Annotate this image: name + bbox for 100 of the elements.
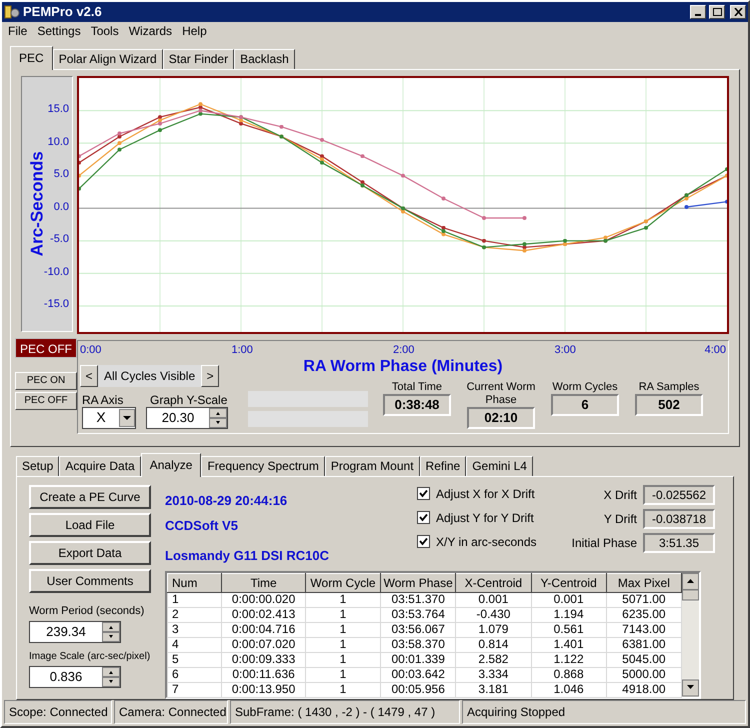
stat-value: 502 bbox=[635, 394, 703, 416]
ra-axis-select[interactable]: X bbox=[82, 406, 136, 428]
table-cell: 3.181 bbox=[456, 682, 532, 697]
table-cell: 1 bbox=[305, 637, 381, 652]
menu-item[interactable]: File bbox=[4, 22, 32, 40]
table-cell: 1.122 bbox=[531, 652, 606, 667]
table-cell: 5 bbox=[168, 652, 222, 667]
maximize-icon[interactable] bbox=[709, 4, 725, 19]
stat-value: 0:38:48 bbox=[383, 394, 451, 416]
stat-label: Worm Cycles bbox=[552, 380, 618, 394]
y-scale-field[interactable]: 20.30 bbox=[146, 406, 228, 428]
status-panel: Camera: Connected bbox=[114, 700, 228, 724]
table-cell: 1 bbox=[305, 622, 381, 637]
stat-value: 02:10 bbox=[467, 406, 535, 428]
scrollbar[interactable] bbox=[682, 572, 699, 696]
table-cell: 5045.00 bbox=[606, 652, 682, 667]
table-cell: 03:56.067 bbox=[380, 622, 456, 637]
analysis-tab[interactable]: Frequency Spectrum bbox=[201, 456, 325, 476]
pec-status: PEC OFF bbox=[15, 338, 77, 358]
action-button[interactable]: Create a PE Curve bbox=[29, 484, 151, 508]
y-scale-label: Graph Y-Scale bbox=[149, 392, 228, 406]
next-button[interactable]: > bbox=[201, 364, 220, 386]
column-header[interactable]: Time bbox=[222, 573, 306, 592]
worm-period-label: Worm Period (seconds) bbox=[29, 604, 146, 618]
table-cell: 00:03.642 bbox=[380, 667, 456, 682]
timestamp-text: 2010-08-29 20:44:16 bbox=[165, 492, 288, 510]
table-cell: 1 bbox=[305, 652, 381, 667]
previous-button[interactable]: < bbox=[80, 364, 98, 386]
pec-button[interactable]: PEC ON bbox=[15, 372, 77, 390]
table-cell: 5071.00 bbox=[606, 592, 682, 607]
y-tick-label: -10.0 bbox=[44, 266, 69, 278]
spinner-arrows-icon[interactable] bbox=[102, 667, 120, 687]
minimize-icon[interactable] bbox=[690, 4, 706, 19]
main-tab[interactable]: Backlash bbox=[234, 48, 295, 68]
menu-item[interactable]: Settings bbox=[33, 22, 85, 40]
checkbox-label: Adjust Y for Y Drift bbox=[436, 510, 534, 526]
table-cell: 7 bbox=[168, 682, 222, 697]
menu-item[interactable]: Tools bbox=[86, 22, 123, 40]
table-cell: 4918.00 bbox=[606, 682, 682, 697]
main-tab[interactable]: Polar Align Wizard bbox=[52, 48, 163, 68]
checkbox[interactable] bbox=[417, 535, 430, 548]
spinner-arrows-icon[interactable] bbox=[102, 622, 120, 642]
column-header[interactable]: Worm Phase bbox=[380, 573, 456, 592]
column-header[interactable]: Num bbox=[168, 573, 222, 592]
table-cell: 3 bbox=[168, 622, 222, 637]
close-icon[interactable] bbox=[730, 4, 746, 19]
pec-button[interactable]: PEC OFF bbox=[15, 392, 77, 410]
column-header[interactable]: Y-Centroid bbox=[531, 573, 606, 592]
table-cell: 0:00:13.950 bbox=[222, 682, 306, 697]
column-header[interactable]: Worm Cycle bbox=[305, 573, 381, 592]
stat-label: RA Samples bbox=[638, 380, 700, 394]
checkbox-label: Adjust X for X Drift bbox=[436, 486, 535, 502]
x-axis-title: RA Worm Phase (Minutes) bbox=[303, 356, 503, 376]
analysis-tab[interactable]: Setup bbox=[16, 456, 60, 476]
image-scale-field[interactable]: 0.836 bbox=[29, 666, 121, 688]
analysis-tab[interactable]: Refine bbox=[420, 456, 466, 476]
y-tick-label: 0.0 bbox=[54, 202, 69, 213]
table-cell: 0:00:00.020 bbox=[222, 592, 306, 607]
worm-period-field[interactable]: 239.34 bbox=[29, 621, 121, 643]
table-cell: 2 bbox=[168, 607, 222, 622]
analysis-tab[interactable]: Analyze bbox=[140, 452, 202, 476]
analysis-tab[interactable]: Gemini L4 bbox=[466, 456, 533, 476]
table-cell: 0.001 bbox=[456, 592, 532, 607]
y-tick-label: 15.0 bbox=[48, 104, 69, 116]
column-header[interactable]: Max Pixel bbox=[606, 573, 682, 592]
table-cell: 1.046 bbox=[531, 682, 606, 697]
table-cell: 0.561 bbox=[531, 622, 606, 637]
action-button[interactable]: User Comments bbox=[29, 568, 151, 592]
drift-value: 3:51.35 bbox=[643, 532, 715, 552]
analysis-tab[interactable]: Program Mount bbox=[324, 456, 420, 476]
y-tick-label: 10.0 bbox=[48, 136, 69, 148]
table-cell: 5000.00 bbox=[606, 667, 682, 682]
table-cell: 00:01.339 bbox=[380, 652, 456, 667]
main-tab[interactable]: Star Finder bbox=[162, 48, 234, 68]
menu-item[interactable]: Help bbox=[178, 22, 211, 40]
main-tab[interactable]: PEC bbox=[10, 46, 53, 70]
table-cell: 4 bbox=[168, 637, 222, 652]
drift-value: -0.025562 bbox=[643, 484, 715, 504]
table-cell: 3.334 bbox=[456, 667, 532, 682]
table-cell: 6381.00 bbox=[606, 637, 682, 652]
table-cell: 6 bbox=[168, 667, 222, 682]
table-cell: 0:00:09.333 bbox=[222, 652, 306, 667]
table-cell: 7143.00 bbox=[606, 622, 682, 637]
checkbox[interactable] bbox=[417, 511, 430, 524]
menu-item[interactable]: Wizards bbox=[124, 22, 176, 40]
action-button[interactable]: Load File bbox=[29, 512, 151, 536]
table-cell: 0.001 bbox=[531, 592, 606, 607]
table-cell: 1.079 bbox=[456, 622, 532, 637]
action-button[interactable]: Export Data bbox=[29, 540, 151, 564]
software-text: CCDSoft V5 bbox=[165, 517, 239, 535]
spinner-arrows-icon[interactable] bbox=[209, 408, 227, 428]
analysis-tab[interactable]: Acquire Data bbox=[59, 456, 141, 476]
column-header[interactable]: X-Centroid bbox=[456, 573, 532, 592]
table-cell: 1 bbox=[305, 607, 381, 622]
table-cell: 03:58.370 bbox=[380, 637, 456, 652]
x-tick-label: 1:00 bbox=[232, 342, 253, 358]
table-cell: 1.401 bbox=[531, 637, 606, 652]
drift-label: Initial Phase bbox=[572, 534, 637, 552]
y-tick-label: -5.0 bbox=[50, 234, 69, 246]
checkbox[interactable] bbox=[417, 487, 430, 500]
